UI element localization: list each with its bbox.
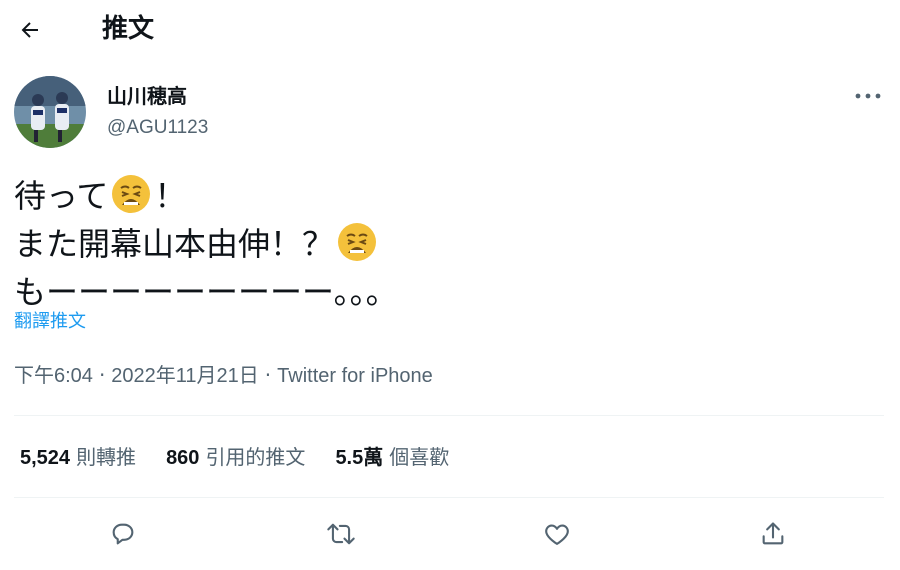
retweets-label: 則轉推 [76,445,137,469]
quotes-count: 860 [166,447,200,469]
retweet-icon [327,523,355,545]
page-title: 推文 [102,14,155,44]
weary-face-icon [112,175,151,213]
author-handle[interactable]: @AGU1123 [107,114,208,142]
tweet-line: 待って ！ [14,172,398,220]
engagement-stats: 5,524 則轉推 860 引用的推文 5.5萬 個喜歡 [20,440,449,475]
like-button[interactable] [537,514,577,554]
avatar[interactable] [14,76,86,148]
reply-icon [112,523,134,545]
tweet-text: 待って ！ また開幕山本由伸！？ もーーーーーーーーー。。。 [14,172,398,316]
tweet-line: また開幕山本由伸！？ [14,220,398,268]
more-horizontal-icon [855,93,881,99]
quotes-stat[interactable]: 860 引用的推文 [166,440,305,475]
retweet-button[interactable] [321,514,361,554]
arrow-left-icon [21,22,38,38]
tweet-metadata: 下午6:04 · 2022年11月21日 · Twitter for iPhone [14,360,433,391]
tweet-date[interactable]: 2022年11月21日 [111,365,259,387]
retweets-stat[interactable]: 5,524 則轉推 [20,440,136,475]
top-bar: 推文 [0,0,900,60]
author-display-name[interactable]: 山川穂高 [107,82,187,110]
tweet-line-text: 待って [14,177,109,215]
weary-face-icon [338,223,377,261]
meta-separator: · [264,363,272,387]
divider [14,415,884,416]
share-button[interactable] [753,514,793,554]
likes-count: 5.5萬 [335,447,384,469]
tweet-line-suffix: ！ [154,177,187,215]
reply-button[interactable] [103,514,143,554]
more-options-button[interactable] [850,82,886,110]
tweet-time[interactable]: 下午6:04 [14,365,93,387]
divider [14,497,884,498]
back-button[interactable] [14,14,46,46]
heart-icon [545,524,569,545]
tweet-line-text: また開幕山本由伸！？ [14,225,335,263]
retweets-count: 5,524 [20,447,71,469]
meta-separator: · [98,363,106,387]
tweet-source[interactable]: Twitter for iPhone [277,365,433,387]
share-icon [762,522,784,545]
translate-tweet-link[interactable]: 翻譯推文 [14,309,86,335]
quotes-label: 引用的推文 [205,445,306,469]
likes-label: 個喜歡 [389,445,450,469]
action-bar [0,510,900,560]
likes-stat[interactable]: 5.5萬 個喜歡 [335,440,449,475]
tweet-line-text: もーーーーーーーーー。。。 [14,273,398,311]
